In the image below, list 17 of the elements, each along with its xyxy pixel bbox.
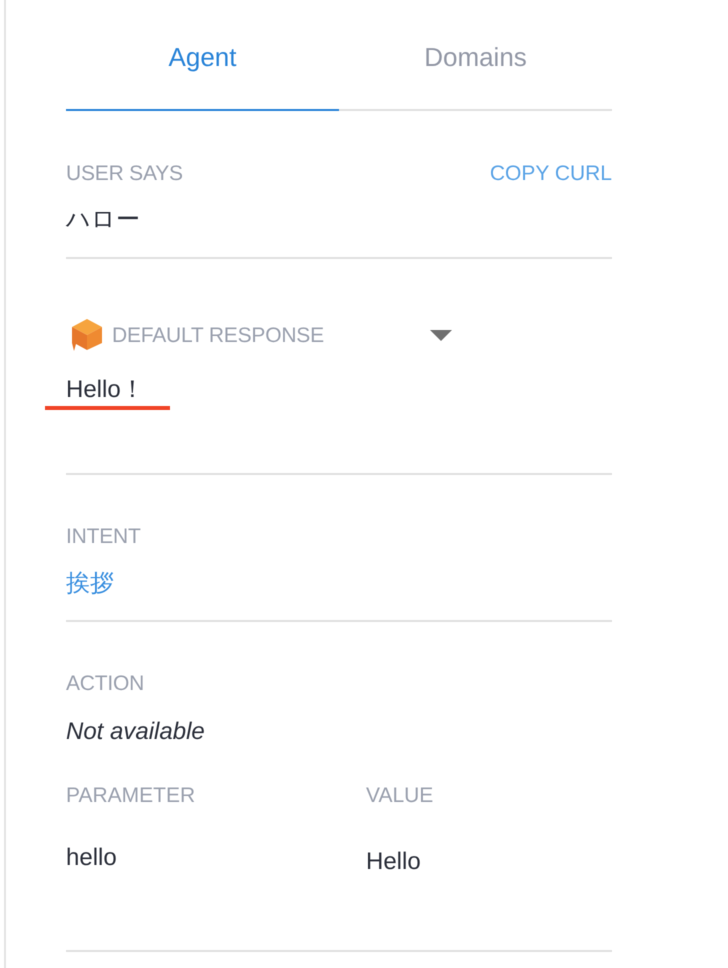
table-cell-text: Hello	[366, 847, 421, 877]
cube-chat-icon	[72, 319, 102, 352]
field-label: ACTION	[66, 672, 144, 696]
table-cell-text: hello	[66, 843, 117, 873]
field-label: DEFAULT RESPONSE	[112, 324, 324, 348]
copy-curl-link[interactable]: COPY CURL	[490, 162, 612, 186]
caret-icon[interactable]	[430, 330, 452, 341]
column-header: PARAMETER	[66, 784, 196, 808]
field-label: INTENT	[66, 525, 141, 549]
column-header: VALUE	[366, 784, 434, 808]
tab[interactable]: Domains	[339, 0, 612, 111]
intent-link[interactable]: 挨拶	[66, 568, 114, 600]
tab[interactable]: Agent	[66, 0, 339, 111]
field-label: USER SAYS	[66, 162, 183, 186]
field-value: ハロー	[66, 205, 140, 235]
response-text: Hello！	[66, 375, 145, 405]
field-value: Not available	[66, 717, 205, 747]
